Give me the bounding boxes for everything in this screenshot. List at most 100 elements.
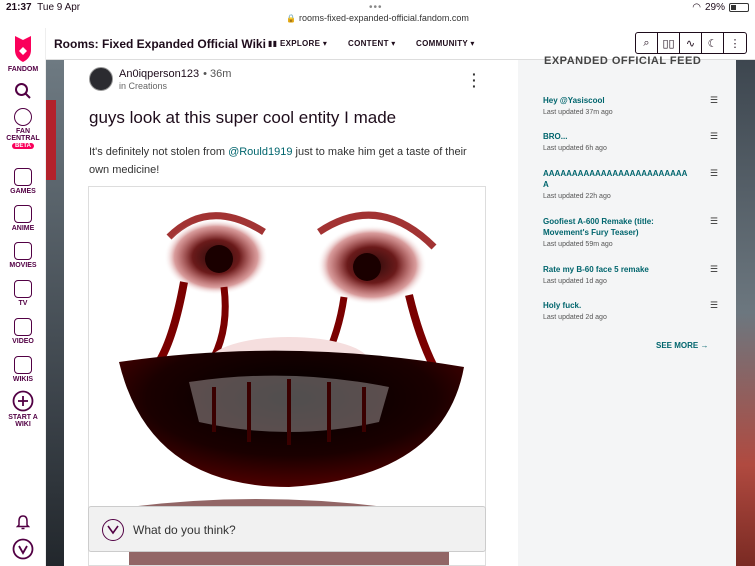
see-more-link[interactable]: SEE MORE → xyxy=(656,341,708,350)
clapperboard-icon xyxy=(14,242,32,260)
list-icon: ☰ xyxy=(709,168,718,178)
gnav-video[interactable]: VIDEO xyxy=(0,318,46,345)
tv-icon xyxy=(14,280,32,298)
feed-item-title[interactable]: Goofiest A-600 Remake (title: Movement's… xyxy=(543,216,693,238)
play-icon xyxy=(14,318,32,336)
nav-content[interactable]: CONTENT ▾ xyxy=(348,39,396,48)
gnav-label: GAMES xyxy=(10,188,36,195)
chevron-down-icon: ▾ xyxy=(391,39,396,48)
chevron-down-icon: ▾ xyxy=(322,39,328,48)
battery-percent: 29% xyxy=(704,2,725,13)
post-options-icon[interactable]: · · · xyxy=(472,67,477,93)
beta-badge: BETA xyxy=(12,143,34,149)
arrow-right-icon: → xyxy=(700,341,709,350)
gnav-games[interactable]: GAMES xyxy=(0,168,46,195)
gnav-label: FAN CENTRAL xyxy=(6,128,40,142)
post-category[interactable]: in Creations xyxy=(119,81,167,91)
theme-toggle-icon[interactable]: ☾ xyxy=(702,33,724,53)
list-icon: ☰ xyxy=(709,216,718,226)
feed-item-updated: Last updated 59m ago xyxy=(543,241,613,248)
author-name[interactable]: An0iqperson123 xyxy=(119,68,199,80)
gnav-label: WIKIS xyxy=(12,376,34,383)
fandom-heart-icon xyxy=(15,36,31,62)
more-options-icon[interactable]: ⋮ xyxy=(724,33,746,53)
feed-item-updated: Last updated 2d ago xyxy=(543,314,607,321)
book-icon[interactable]: ▯▯ xyxy=(658,33,680,53)
list-icon: ☰ xyxy=(709,131,718,141)
feed-item-title[interactable]: BRO... xyxy=(543,131,693,142)
feed-item[interactable]: AAAAAAAAAAAAAAAAAAAAAAAAAA Last updated … xyxy=(543,168,718,200)
activity-icon[interactable]: ∿ xyxy=(680,33,702,53)
post-title: guys look at this super cool entity I ma… xyxy=(89,108,397,127)
search-icon[interactable]: ⌕ xyxy=(636,33,658,53)
search-icon xyxy=(15,83,31,99)
chevron-down-icon: ▾ xyxy=(470,39,475,48)
status-indicators: ◠ 29% xyxy=(692,2,749,13)
gnav-label: ANIME xyxy=(11,225,35,232)
gnav-label: MOVIES xyxy=(9,262,37,269)
list-icon: ☰ xyxy=(709,264,718,274)
user-avatar-icon xyxy=(12,538,34,560)
background-scene-right xyxy=(736,60,755,566)
author-avatar[interactable] xyxy=(89,67,113,91)
feed-item[interactable]: Goofiest A-600 Remake (title: Movement's… xyxy=(543,216,718,248)
fandom-logo[interactable]: FANDOM xyxy=(0,34,46,73)
gnav-movies[interactable]: MOVIES xyxy=(0,242,46,269)
plus-circle-icon xyxy=(12,390,34,412)
fandom-brand-label: FANDOM xyxy=(7,66,39,73)
url-bar[interactable]: 🔒 rooms-fixed-expanded-official.fandom.co… xyxy=(0,13,755,23)
feed-item-updated: Last updated 22h ago xyxy=(543,193,611,200)
feed-item-updated: Last updated 1d ago xyxy=(543,278,607,285)
user-menu-button[interactable] xyxy=(0,538,46,562)
bell-icon xyxy=(15,515,31,530)
feed-item-updated: Last updated 37m ago xyxy=(543,109,613,116)
rocket-icon xyxy=(14,108,32,126)
list-icon: ☰ xyxy=(709,300,718,310)
gnav-start-a-wiki[interactable]: START A WIKI xyxy=(0,390,46,428)
feed-item-title[interactable]: AAAAAAAAAAAAAAAAAAAAAAAAAA xyxy=(543,168,693,190)
feed-item[interactable]: Hey @Yasiscool Last updated 37m ago ☰ xyxy=(543,95,718,116)
search-button[interactable] xyxy=(0,82,46,102)
status-bar: 21:37 Tue 9 Apr ••• 🔒 rooms-fixed-expande… xyxy=(0,0,755,28)
post-container: An0iqperson123 • 36m in Creations · · · guy… xyxy=(64,60,518,566)
feed-item-title[interactable]: Hey @Yasiscool xyxy=(543,95,693,106)
global-navigation: FANDOM FAN CENTRAL BETA GAMES ANIME MOVI… xyxy=(0,28,46,566)
gnav-tv[interactable]: TV xyxy=(0,280,46,307)
nav-explore[interactable]: ▮▮ EXPLORE ▾ xyxy=(268,39,327,48)
user-mention-link[interactable]: @Rould1919 xyxy=(228,146,292,158)
wiki-tools: ⌕ ▯▯ ∿ ☾ ⋮ xyxy=(635,32,747,54)
background-scene-left xyxy=(46,60,64,566)
notifications-button[interactable] xyxy=(0,514,46,532)
gamepad-icon xyxy=(14,168,32,186)
status-time: 21:37 Tue 9 Apr xyxy=(6,2,81,13)
reply-input[interactable]: What do you think? xyxy=(88,506,486,552)
gnav-wikis[interactable]: WIKIS xyxy=(0,356,46,383)
book-icon xyxy=(14,356,32,374)
gnav-label: TV xyxy=(18,300,28,307)
list-icon: ☰ xyxy=(709,95,718,105)
post-author-line: An0iqperson123 • 36m xyxy=(119,68,231,80)
gnav-label: START A WIKI xyxy=(8,414,38,428)
reply-placeholder: What do you think? xyxy=(133,523,236,537)
feed-item[interactable]: BRO... Last updated 6h ago ☰ xyxy=(543,131,718,152)
user-avatar-icon xyxy=(102,519,124,541)
feed-item-title[interactable]: Holy fuck. xyxy=(543,300,693,311)
post-body: It's definitely not stolen from @Rould19… xyxy=(89,146,467,176)
explore-icon: ▮▮ xyxy=(268,39,278,48)
lock-icon: 🔒 xyxy=(286,14,297,23)
feed-item[interactable]: Holy fuck. Last updated 2d ago ☰ xyxy=(543,300,718,321)
gnav-label: VIDEO xyxy=(12,338,34,345)
battery-icon xyxy=(729,3,749,12)
right-rail: EXPANDED OFFICIAL FEED Hey @Yasiscool La… xyxy=(518,55,736,566)
anime-icon xyxy=(14,205,32,223)
feed-item-title[interactable]: Rate my B-60 face 5 remake xyxy=(543,264,693,275)
feed-title: EXPANDED OFFICIAL FEED xyxy=(544,55,702,67)
nav-community[interactable]: COMMUNITY ▾ xyxy=(416,39,475,48)
gnav-fan-central[interactable]: FAN CENTRAL BETA xyxy=(0,108,46,149)
feed-item[interactable]: Rate my B-60 face 5 remake Last updated … xyxy=(543,264,718,285)
feed-item-updated: Last updated 6h ago xyxy=(543,145,607,152)
gnav-anime[interactable]: ANIME xyxy=(0,205,46,232)
multitask-dots[interactable]: ••• xyxy=(369,2,383,13)
wiki-title[interactable]: Rooms: Fixed Expanded Official Wiki xyxy=(54,37,266,51)
wifi-icon: ◠ xyxy=(692,2,701,13)
